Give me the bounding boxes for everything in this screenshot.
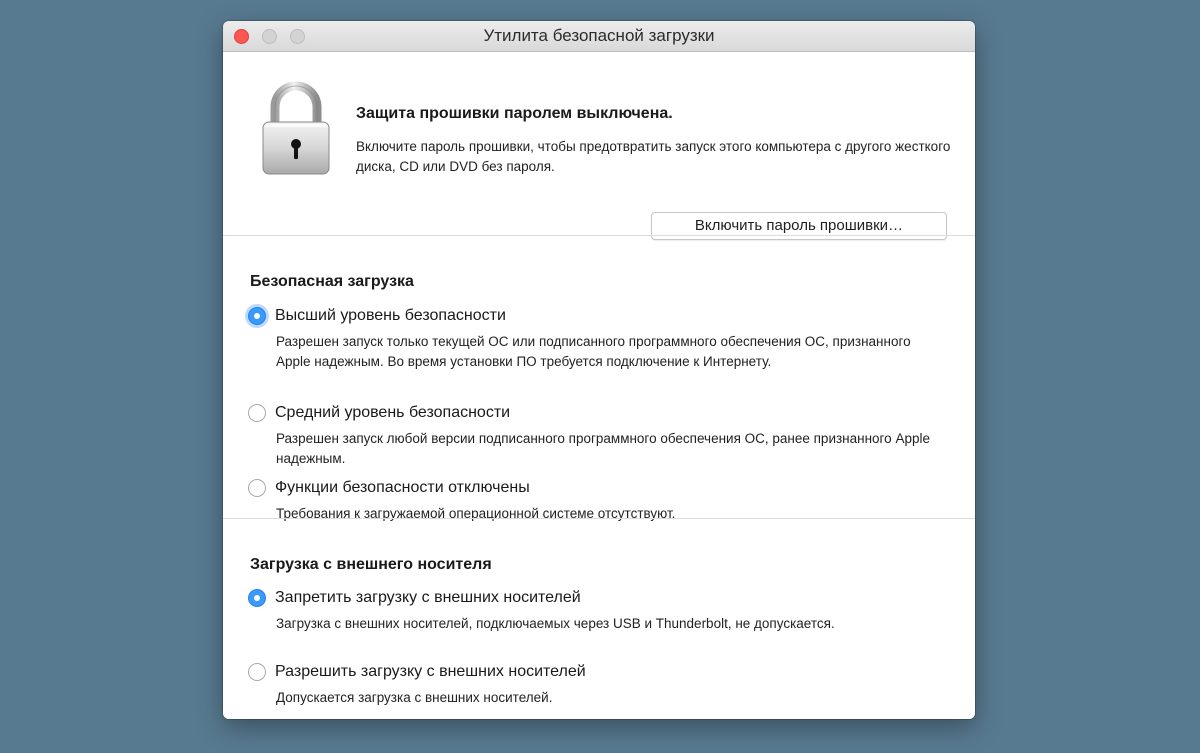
firmware-status-description: Включите пароль прошивки, чтобы предотвр… xyxy=(356,139,951,174)
option-description: Загрузка с внешних носителей, подключаем… xyxy=(276,616,835,631)
startup-security-window: Утилита безопасной загрузки Защита проши… xyxy=(223,21,975,719)
option-description: Допускается загрузка с внешних носителей… xyxy=(276,690,553,705)
option-description: Требования к загружаемой операционной си… xyxy=(276,506,676,521)
radio-button-selected[interactable] xyxy=(248,589,266,607)
title-bar[interactable]: Утилита безопасной загрузки xyxy=(223,21,975,52)
radio-button[interactable] xyxy=(248,479,266,497)
option-label[interactable]: Высший уровень безопасности xyxy=(275,307,506,325)
external-boot-option-allow[interactable]: Разрешить загрузку с внешних носителей Д… xyxy=(248,661,948,708)
section-divider xyxy=(223,518,975,519)
external-boot-option-disallow[interactable]: Запретить загрузку с внешних носителей З… xyxy=(248,587,948,634)
external-boot-section-title: Загрузка с внешнего носителя xyxy=(250,556,492,573)
secure-boot-section-title: Безопасная загрузка xyxy=(250,273,414,290)
radio-button-selected[interactable] xyxy=(248,307,266,325)
option-description: Разрешен запуск только текущей ОС или по… xyxy=(276,334,911,369)
radio-button[interactable] xyxy=(248,404,266,422)
secure-boot-option-none[interactable]: Функции безопасности отключены Требовани… xyxy=(248,477,948,524)
option-description: Разрешен запуск любой версии подписанног… xyxy=(276,431,930,466)
radio-button[interactable] xyxy=(248,663,266,681)
option-label[interactable]: Запретить загрузку с внешних носителей xyxy=(275,589,581,607)
option-label[interactable]: Функции безопасности отключены xyxy=(275,479,530,497)
option-label[interactable]: Разрешить загрузку с внешних носителей xyxy=(275,663,586,681)
firmware-status-title: Защита прошивки паролем выключена. xyxy=(356,105,673,122)
window-title: Утилита безопасной загрузки xyxy=(483,26,715,45)
option-label[interactable]: Средний уровень безопасности xyxy=(275,404,510,422)
secure-boot-option-medium[interactable]: Средний уровень безопасности Разрешен за… xyxy=(248,402,948,469)
section-divider xyxy=(223,235,975,236)
secure-boot-option-full[interactable]: Высший уровень безопасности Разрешен зап… xyxy=(248,305,948,372)
padlock-icon xyxy=(262,81,330,175)
window-content: Защита прошивки паролем выключена. Включ… xyxy=(223,52,975,719)
